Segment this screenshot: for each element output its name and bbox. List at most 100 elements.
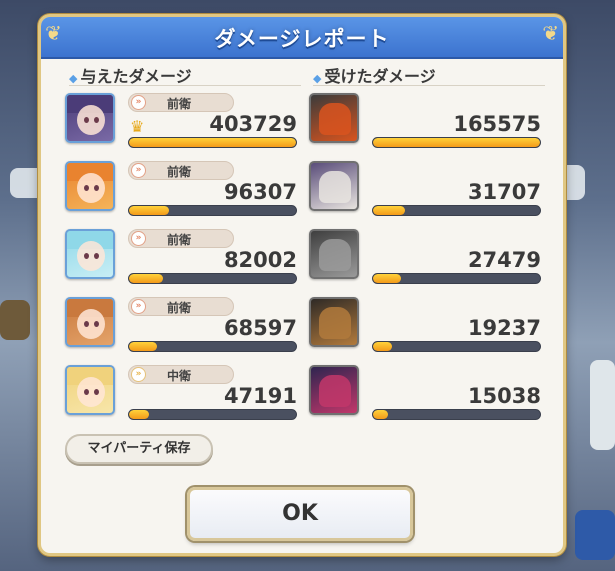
enemy-portrait <box>309 161 359 211</box>
damage-bar <box>128 137 297 148</box>
received-row: 15038 <box>309 365 541 423</box>
character-portrait <box>65 161 115 211</box>
monster-shape <box>319 375 351 407</box>
damage-bar-fill <box>373 342 393 351</box>
received-row: 19237 <box>309 297 541 355</box>
received-row: 27479 <box>309 229 541 287</box>
position-label: 中衛 <box>167 369 192 383</box>
damage-value: 96307 <box>223 180 297 204</box>
received-damage-title: 受けたダメージ <box>324 67 436 86</box>
enemy-portrait <box>309 93 359 143</box>
damage-value: 31707 <box>467 180 541 204</box>
divider <box>313 85 545 86</box>
position-badge: » 前衛 <box>128 161 234 180</box>
damage-value: 27479 <box>467 248 541 272</box>
damage-value: 47191 <box>223 384 297 408</box>
received-row: 31707 <box>309 161 541 219</box>
damage-bar-fill <box>373 206 405 215</box>
dialog-title-bar: ❦ ダメージレポート ❦ <box>41 17 563 59</box>
ok-button[interactable]: OK <box>187 487 413 541</box>
face-shape <box>77 241 105 271</box>
position-label: 前衛 <box>167 233 192 247</box>
position-badge: » 前衛 <box>128 93 234 112</box>
crown-icon: ♛ <box>130 117 145 136</box>
front-line-icon: » <box>131 95 146 110</box>
diamond-icon: ◆ <box>313 72 322 85</box>
enemy-portrait <box>309 229 359 279</box>
front-line-icon: » <box>131 231 146 246</box>
damage-value: 15038 <box>467 384 541 408</box>
damage-bar <box>128 341 297 352</box>
damage-bar <box>372 205 541 216</box>
damage-bar-fill <box>129 274 163 283</box>
dealt-row: » 前衛 82002 <box>65 229 297 287</box>
eye-shape <box>94 117 99 123</box>
damage-bar <box>128 273 297 284</box>
eye-shape <box>94 321 99 327</box>
dealt-row: » 前衛 68597 <box>65 297 297 355</box>
damage-bar-fill <box>129 206 169 215</box>
damage-bar-fill <box>373 138 540 147</box>
divider <box>69 85 301 86</box>
eye-shape <box>84 185 89 191</box>
damage-bar <box>372 137 541 148</box>
diamond-icon: ◆ <box>69 72 78 85</box>
damage-bar-fill <box>129 410 149 419</box>
background-button <box>575 510 615 560</box>
damage-bar <box>372 341 541 352</box>
character-portrait <box>65 365 115 415</box>
damage-value: 68597 <box>223 316 297 340</box>
damage-value: 82002 <box>223 248 297 272</box>
received-damage-heading: ◆ 受けたダメージ <box>313 63 436 87</box>
position-badge: » 前衛 <box>128 297 234 316</box>
damage-value: 19237 <box>467 316 541 340</box>
eye-shape <box>84 389 89 395</box>
damage-bar <box>128 205 297 216</box>
position-label: 前衛 <box>167 301 192 315</box>
character-portrait <box>65 297 115 347</box>
dealt-row: » 中衛 47191 <box>65 365 297 423</box>
position-badge: » 中衛 <box>128 365 234 384</box>
eye-shape <box>84 253 89 259</box>
damage-report-dialog: ❦ ダメージレポート ❦ ◆ 与えたダメージ ◆ 受けたダメージ » 前衛 ♛ 40372… <box>38 14 566 556</box>
dealt-damage-heading: ◆ 与えたダメージ <box>69 63 192 87</box>
damage-bar <box>372 409 541 420</box>
enemy-portrait <box>309 297 359 347</box>
eye-shape <box>94 185 99 191</box>
eye-shape <box>84 117 89 123</box>
eye-shape <box>94 253 99 259</box>
background-panel <box>0 300 30 340</box>
face-shape <box>77 377 105 407</box>
monster-shape <box>319 103 351 135</box>
dialog-title: ダメージレポート <box>214 27 390 51</box>
damage-bar <box>372 273 541 284</box>
character-portrait <box>65 93 115 143</box>
monster-shape <box>319 171 351 203</box>
damage-bar <box>128 409 297 420</box>
dealt-row: » 前衛 96307 <box>65 161 297 219</box>
damage-value: 165575 <box>453 112 541 136</box>
character-portrait <box>65 229 115 279</box>
received-row: 165575 <box>309 93 541 151</box>
face-shape <box>77 173 105 203</box>
front-line-icon: » <box>131 163 146 178</box>
front-line-icon: » <box>131 299 146 314</box>
face-shape <box>77 105 105 135</box>
middle-line-icon: » <box>131 367 146 382</box>
position-label: 前衛 <box>167 97 192 111</box>
monster-shape <box>319 307 351 339</box>
face-shape <box>77 309 105 339</box>
background-panel <box>590 360 615 450</box>
damage-bar-fill <box>373 410 389 419</box>
dealt-damage-title: 与えたダメージ <box>80 67 192 86</box>
damage-bar-fill <box>373 274 401 283</box>
position-badge: » 前衛 <box>128 229 234 248</box>
damage-value: 403729 <box>209 112 297 136</box>
enemy-portrait <box>309 365 359 415</box>
dealt-row: » 前衛 ♛ 403729 <box>65 93 297 151</box>
monster-shape <box>319 239 351 271</box>
eye-shape <box>84 321 89 327</box>
ornament-icon: ❦ <box>542 21 559 45</box>
eye-shape <box>94 389 99 395</box>
save-party-button[interactable]: マイパーティ保存 <box>65 434 213 464</box>
